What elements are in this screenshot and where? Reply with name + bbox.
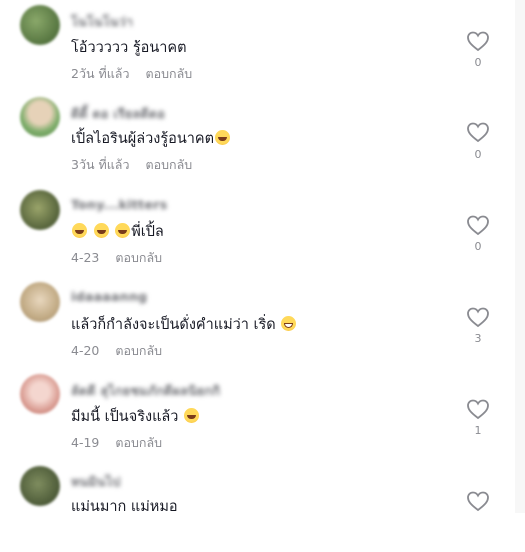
reply-button[interactable]: ตอบกลับ	[115, 343, 162, 358]
comment-meta: 4-23 ตอบกลับ	[71, 248, 162, 268]
laughing-emoji-icon	[115, 223, 131, 238]
comment-item: idaaaanng แล้วก็กำลังจะเป็นดั่งคำแม่ว่า …	[0, 276, 525, 368]
reply-button[interactable]: ตอบกลับ	[115, 250, 162, 265]
comment-text: พี่เปิ้ล	[71, 220, 164, 243]
laughing-emoji-icon	[72, 223, 87, 238]
comment-meta: 2วัน ที่แล้ว ตอบกลับ	[71, 64, 192, 84]
like-count: 0	[474, 56, 482, 69]
laughing-emoji-icon	[93, 223, 109, 238]
comment-item: โนโนโนว่า โอ้ววววว รู้อนาคต 2วัน ที่แล้ว…	[0, 0, 525, 92]
comment-time: 4-20	[71, 343, 100, 358]
like-button[interactable]	[465, 490, 491, 512]
comment-username[interactable]: หนมินไป	[71, 472, 121, 492]
scrollbar[interactable]	[515, 0, 525, 513]
comment-username[interactable]: โนโนโนว่า	[71, 12, 133, 32]
comment-item: ดีดี้ ดอ เรียลดีดอ เปิ้ลไอรินผู้ล่วงรู้อ…	[0, 92, 525, 184]
reply-button[interactable]: ตอบกลับ	[145, 157, 192, 172]
laughing-emoji-icon	[215, 130, 231, 145]
comment-username[interactable]: ลัดดี สุไกยชมภักดีผลนิยกกิ	[71, 381, 220, 401]
comment-text: แล้วก็กำลังจะเป็นดั่งคำแม่ว่า เริ่ด	[71, 313, 297, 336]
laughing-emoji-icon	[184, 408, 200, 423]
avatar[interactable]	[20, 97, 60, 137]
heart-outline-icon	[467, 122, 489, 143]
comment-text: โอ้ววววว รู้อนาคต	[71, 40, 187, 56]
comment-text-content: เปิ้ลไอรินผู้ล่วงรู้อนาคต	[71, 131, 215, 147]
reply-button[interactable]: ตอบกลับ	[115, 435, 162, 450]
comment-meta: 3วัน ที่แล้ว ตอบกลับ	[71, 155, 192, 175]
heart-outline-icon	[467, 491, 489, 512]
comment-item: Tony...kitters พี่เปิ้ล 4-23 ตอบกลับ 0	[0, 184, 525, 276]
like-button[interactable]	[465, 30, 491, 52]
heart-outline-icon	[467, 307, 489, 328]
grinning-emoji-icon	[281, 316, 297, 331]
comment-meta: 4-19 ตอบกลับ	[71, 433, 162, 453]
avatar[interactable]	[20, 5, 60, 45]
comment-text: มีมนี้ เป็นจริงแล้ว	[71, 405, 200, 428]
comment-username[interactable]: idaaaanng	[71, 289, 147, 304]
heart-outline-icon	[467, 215, 489, 236]
comment-time: 3วัน ที่แล้ว	[71, 157, 130, 172]
comment-text-content: มีมนี้ เป็นจริงแล้ว	[71, 409, 179, 425]
like-button[interactable]	[465, 214, 491, 236]
comment-item: หนมินไป แม่นมาก แม่หมอ	[0, 460, 525, 552]
comment-time: 2วัน ที่แล้ว	[71, 66, 130, 81]
avatar[interactable]	[20, 282, 60, 322]
like-count: 0	[474, 148, 482, 161]
avatar[interactable]	[20, 466, 60, 506]
reply-button[interactable]: ตอบกลับ	[145, 66, 192, 81]
comment-text-content: แล้วก็กำลังจะเป็นดั่งคำแม่ว่า เริ่ด	[71, 317, 276, 333]
comment-time: 4-19	[71, 435, 100, 450]
comment-username[interactable]: Tony...kitters	[71, 197, 167, 212]
like-button[interactable]	[465, 121, 491, 143]
avatar[interactable]	[20, 190, 60, 230]
comment-text: เปิ้ลไอรินผู้ล่วงรู้อนาคต	[71, 127, 231, 150]
comment-item: ลัดดี สุไกยชมภักดีผลนิยกกิ มีมนี้ เป็นจร…	[0, 368, 525, 460]
like-count: 1	[474, 424, 482, 437]
avatar[interactable]	[20, 374, 60, 414]
like-button[interactable]	[465, 306, 491, 328]
like-button[interactable]	[465, 398, 491, 420]
comment-text: แม่นมาก แม่หมอ	[71, 499, 178, 515]
comment-username[interactable]: ดีดี้ ดอ เรียลดีดอ	[71, 104, 165, 124]
heart-outline-icon	[467, 399, 489, 420]
comment-text-content: พี่เปิ้ล	[131, 224, 164, 240]
heart-outline-icon	[467, 31, 489, 52]
like-count: 3	[474, 332, 482, 345]
comment-time: 4-23	[71, 250, 100, 265]
like-count: 0	[474, 240, 482, 253]
comment-meta: 4-20 ตอบกลับ	[71, 341, 162, 361]
